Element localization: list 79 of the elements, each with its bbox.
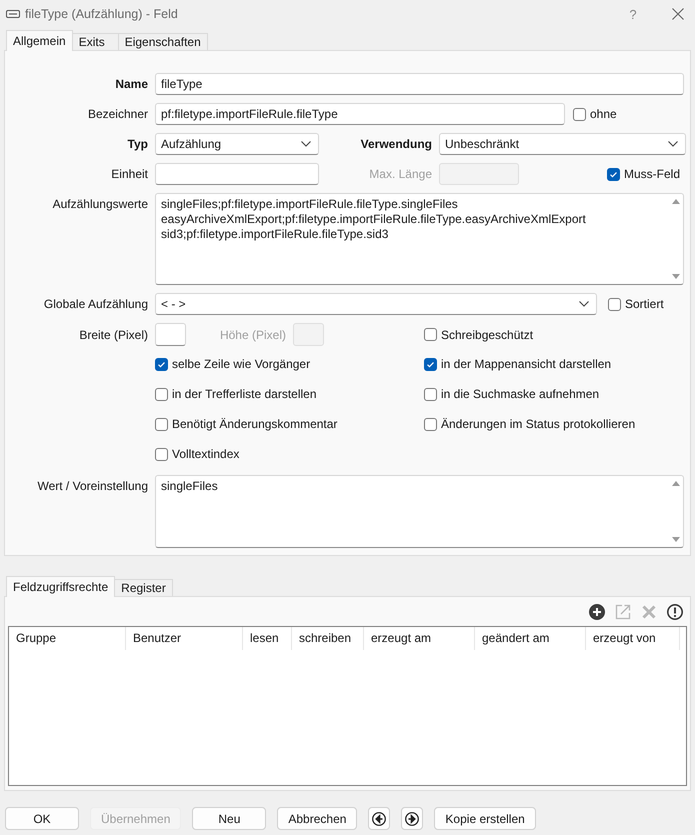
tab[interactable]: Eigenschaften [118, 33, 208, 50]
checkbox-label: ohne [590, 107, 617, 121]
text-field[interactable] [439, 163, 519, 185]
triangle-up-icon[interactable] [672, 199, 680, 204]
checkbox[interactable] [155, 358, 168, 370]
checkbox[interactable] [155, 418, 168, 430]
tab[interactable]: Allgemein [6, 30, 73, 51]
field-label: Einheit [111, 167, 148, 181]
column-header[interactable]: Gruppe [9, 627, 126, 650]
dropdown[interactable]: Unbeschränkt [439, 133, 686, 155]
checkbox-label: Volltextindex [172, 447, 240, 461]
column-header[interactable]: geändert am [475, 627, 586, 650]
chevron-down-icon [579, 301, 589, 307]
text-field[interactable] [293, 323, 324, 346]
triangle-up-icon[interactable] [672, 481, 680, 486]
column-header[interactable]: Benutzer [126, 627, 243, 650]
text-field[interactable]: fileType [155, 73, 684, 95]
triangle-down-icon[interactable] [672, 537, 680, 542]
back-button[interactable] [368, 807, 390, 830]
field-label: Breite (Pixel) [79, 328, 148, 342]
field-label: Wert / Voreinstellung [37, 479, 148, 493]
dialog-button[interactable]: Abbrechen [277, 807, 358, 830]
checkbox[interactable] [424, 328, 437, 341]
checkbox[interactable] [155, 388, 168, 400]
chevron-down-icon [668, 141, 678, 147]
field-label: Typ [128, 137, 148, 151]
text-field[interactable] [155, 163, 319, 185]
checkbox-label: Schreibgeschützt [441, 328, 534, 342]
checkbox[interactable] [424, 358, 437, 370]
arrow-left-circle-icon [372, 812, 386, 826]
checkbox-label: in der Trefferliste darstellen [172, 387, 317, 401]
checkbox-label: Sortiert [625, 297, 664, 311]
forward-button[interactable] [401, 807, 424, 830]
checkbox[interactable] [424, 388, 437, 400]
field-label: Max. Länge [369, 167, 432, 181]
checkbox[interactable] [573, 108, 586, 120]
arrow-right-circle-icon [405, 812, 420, 826]
dialog-button[interactable]: OK [5, 807, 79, 830]
enum-value-line: sid3;pf:filetype.importFileRule.fileType.sid3 [161, 227, 388, 242]
field-label: Name [115, 77, 148, 91]
window-title: fileType (Aufzählung) - Feld [25, 7, 178, 21]
text-field[interactable]: pf:filetype.importFileRule.fileType [155, 103, 565, 125]
column-header[interactable]: schreiben [292, 627, 364, 650]
field-label: Höhe (Pixel) [220, 328, 286, 342]
default-value-text: singleFiles [161, 479, 218, 494]
checkbox-label: Benötigt Änderungskommentar [172, 417, 338, 431]
tab[interactable]: Feldzugriffsrechte [6, 576, 116, 597]
dialog-button[interactable]: Neu [192, 807, 266, 830]
enum-value-line: singleFiles;pf:filetype.importFileRule.fileType.singleFiles [161, 197, 458, 212]
checkbox-label: selbe Zeile wie Vorgänger [172, 357, 310, 371]
field-label: Bezeichner [88, 107, 148, 121]
field-label: Globale Aufzählung [44, 297, 148, 311]
chevron-down-icon [301, 141, 311, 147]
field-label: Verwendung [360, 137, 432, 151]
close-icon [672, 8, 684, 20]
checkbox-label: in der Mappenansicht darstellen [441, 357, 612, 371]
checkbox-label: in die Suchmaske aufnehmen [441, 387, 600, 401]
checkbox[interactable] [424, 418, 437, 430]
checkbox[interactable] [608, 298, 621, 310]
tab[interactable]: Register [114, 579, 173, 596]
dialog-button[interactable]: Kopie erstellen [434, 807, 536, 830]
text-area[interactable]: singleFiles [155, 475, 684, 548]
text-area[interactable]: singleFiles;pf:filetype.importFileRule.fileType.singleFiles easyArchiveXmlExport;pf:filetype.importFileRule.fileType.easyArchiveXmlExport sid3;pf:filetype.importFileRule.fileType.sid3 [155, 193, 684, 285]
enum-value-line: easyArchiveXmlExport;pf:filetype.importFileRule.fileType.easyArchiveXmlExport [161, 212, 586, 227]
checkbox-label: Änderungen im Status protokollieren [441, 417, 636, 431]
checkbox-label: Muss-Feld [624, 167, 680, 181]
triangle-down-icon[interactable] [672, 274, 680, 279]
checkbox[interactable] [606, 168, 620, 180]
text-field[interactable] [155, 323, 186, 346]
column-header[interactable]: erzeugt am [364, 627, 475, 650]
dropdown[interactable]: Aufzählung [155, 133, 319, 155]
field-label: Aufzählungswerte [52, 197, 148, 211]
column-header[interactable]: erzeugt von [586, 627, 680, 650]
plus-circle-icon[interactable] [589, 604, 605, 620]
exclamation-circle-icon[interactable] [667, 604, 683, 620]
checkbox[interactable] [155, 448, 168, 460]
column-header[interactable]: lesen [243, 627, 292, 650]
dropdown[interactable]: < - > [155, 293, 597, 315]
textbox-icon [6, 10, 20, 18]
